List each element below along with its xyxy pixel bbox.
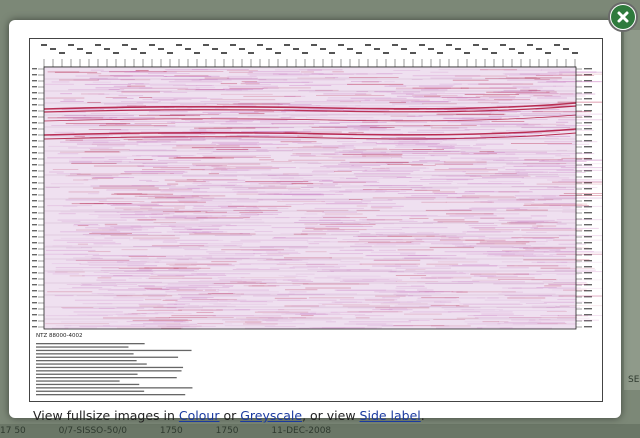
image-lightbox: NTZ 88000-4002 View fullsize images in C… bbox=[9, 20, 627, 423]
colour-link[interactable]: Colour bbox=[179, 408, 220, 423]
background-bottom-item: 17 50 bbox=[0, 426, 26, 436]
caption-or: or bbox=[219, 408, 241, 423]
close-button[interactable] bbox=[608, 2, 638, 32]
caption-view: , or view bbox=[302, 408, 360, 423]
greyscale-link[interactable]: Greyscale bbox=[240, 408, 302, 423]
background-side-text: SEC bbox=[628, 375, 640, 385]
side-label-link[interactable]: Side label bbox=[360, 408, 421, 423]
close-icon bbox=[611, 5, 635, 29]
caption-suffix: . bbox=[420, 408, 425, 423]
caption: View fullsize images in Colour or Greysc… bbox=[33, 408, 425, 423]
line-label: NTZ 88000-4002 bbox=[36, 333, 82, 339]
seismic-section-graphic: NTZ 88000-4002 bbox=[30, 39, 627, 401]
background-sidebar bbox=[624, 30, 640, 390]
caption-prefix: View fullsize images in bbox=[33, 408, 179, 423]
background-bottom-item: 1750 bbox=[215, 426, 239, 436]
background-bottom-item: 1750 bbox=[159, 426, 183, 436]
background-bottom-bar: 17 50 0/7-SISSO-50/0 1750 1750 11-DEC-20… bbox=[0, 424, 640, 438]
background-bottom-item: 11-DEC-2008 bbox=[271, 426, 332, 436]
background-bottom-item: 0/7-SISSO-50/0 bbox=[58, 426, 127, 436]
seismic-section-image[interactable]: NTZ 88000-4002 bbox=[29, 38, 627, 402]
